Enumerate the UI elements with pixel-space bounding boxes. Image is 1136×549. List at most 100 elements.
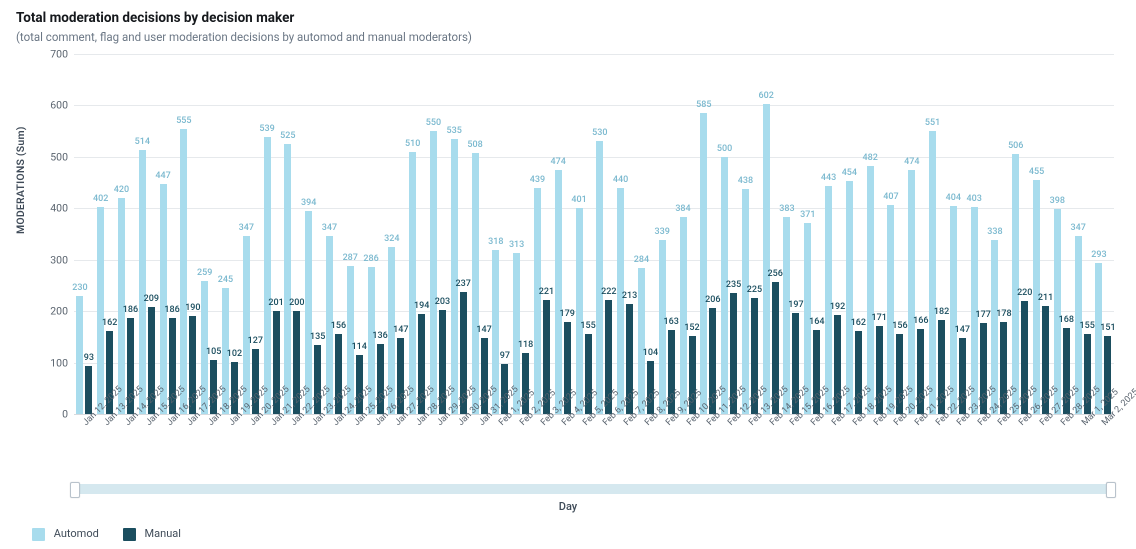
- bar-value-automod: 530: [592, 129, 607, 141]
- bar-automod[interactable]: 384: [680, 217, 687, 414]
- bar-automod[interactable]: 535: [451, 139, 458, 414]
- bar-automod[interactable]: 439: [534, 188, 541, 414]
- scroll-handle-right[interactable]: [1106, 482, 1116, 498]
- x-tick: Jan 29, 2025: [428, 414, 449, 442]
- bar-value-automod: 585: [696, 101, 711, 113]
- bar-manual[interactable]: 93: [85, 366, 92, 414]
- bar-value-automod: 525: [280, 132, 295, 144]
- x-tick: Feb 8, 2025: [636, 414, 657, 442]
- bar-automod[interactable]: 284: [638, 268, 645, 414]
- bar-value-automod: 602: [759, 92, 774, 104]
- y-tick-label: 100: [50, 356, 68, 369]
- bar-automod[interactable]: 508: [472, 153, 479, 414]
- bar-automod[interactable]: 506: [1012, 154, 1019, 414]
- bar-automod[interactable]: 383: [783, 217, 790, 414]
- legend-label-manual: Manual: [145, 527, 181, 540]
- bar-automod[interactable]: 404: [950, 206, 957, 414]
- x-tick: Feb 17, 2025: [823, 414, 844, 442]
- bar-automod[interactable]: 443: [825, 186, 832, 414]
- bar-value-automod: 347: [322, 224, 337, 236]
- bar-group: 482171: [864, 166, 885, 414]
- bar-group: 420186: [116, 198, 137, 414]
- bar-group: 474179: [552, 170, 573, 414]
- bar-automod[interactable]: 585: [700, 113, 707, 414]
- x-tick: Feb 13, 2025: [740, 414, 761, 442]
- bar-automod[interactable]: 447: [160, 184, 167, 414]
- bar-automod[interactable]: 550: [430, 131, 437, 414]
- x-tick: Feb 22, 2025: [927, 414, 948, 442]
- x-tick: Jan 22, 2025: [282, 414, 303, 442]
- bar-automod[interactable]: 482: [867, 166, 874, 414]
- bar-value-automod: 535: [447, 127, 462, 139]
- bar-automod[interactable]: 555: [180, 129, 187, 414]
- bar-automod[interactable]: 438: [742, 189, 749, 414]
- chart-legend: Automod Manual: [32, 527, 1120, 541]
- bar-automod[interactable]: 510: [409, 152, 416, 414]
- bar-group: 555190: [178, 129, 199, 414]
- bar-automod[interactable]: 530: [596, 141, 603, 414]
- bar-automod[interactable]: 551: [929, 131, 936, 414]
- bar-value-automod: 474: [551, 158, 566, 170]
- x-tick: Jan 31, 2025: [469, 414, 490, 442]
- bar-group: 401155: [573, 208, 594, 414]
- legend-item-automod[interactable]: Automod: [32, 527, 99, 541]
- bar-value-automod: 420: [114, 186, 129, 198]
- bar-automod[interactable]: 602: [763, 104, 770, 414]
- bar-automod[interactable]: 230: [76, 296, 83, 414]
- legend-label-automod: Automod: [54, 527, 99, 540]
- x-tick: Feb 27, 2025: [1031, 414, 1052, 442]
- bar-group: 402162: [95, 207, 116, 414]
- bar-automod[interactable]: 514: [139, 150, 146, 414]
- bar-value-automod: 394: [301, 199, 316, 211]
- y-tick-label: 200: [50, 305, 68, 318]
- bar-value-automod: 500: [717, 145, 732, 157]
- x-tick: Jan 18, 2025: [199, 414, 220, 442]
- bar-automod[interactable]: 474: [555, 170, 562, 414]
- bar-group: 506220: [1010, 154, 1031, 414]
- bar-automod[interactable]: 525: [284, 144, 291, 414]
- bar-value-automod: 245: [218, 276, 233, 288]
- bar-group: 455211: [1031, 180, 1052, 414]
- legend-swatch-manual: [123, 528, 136, 541]
- x-tick: Feb 3, 2025: [532, 414, 553, 442]
- bar-value-automod: 440: [613, 176, 628, 188]
- x-tick: Feb 5, 2025: [573, 414, 594, 442]
- bar-value-manual: 97: [500, 352, 510, 364]
- bar-group: 539201: [261, 137, 282, 414]
- bar-value-automod: 384: [675, 205, 690, 217]
- bar-value-automod: 447: [155, 172, 170, 184]
- bar-value-automod: 404: [946, 194, 961, 206]
- chart-range-scrollbar[interactable]: [74, 484, 1112, 494]
- y-tick-label: 500: [50, 150, 68, 163]
- bar-automod[interactable]: 539: [264, 137, 271, 414]
- bar-value-automod: 287: [343, 254, 358, 266]
- x-tick: Feb 21, 2025: [906, 414, 927, 442]
- x-tick: Jan 24, 2025: [324, 414, 345, 442]
- x-tick: Jan 21, 2025: [261, 414, 282, 442]
- bar-automod[interactable]: 454: [846, 181, 853, 414]
- bar-value-automod: 506: [1008, 142, 1023, 154]
- bar-group: 525200: [282, 144, 303, 414]
- x-tick: Feb 14, 2025: [760, 414, 781, 442]
- bar-automod[interactable]: 394: [305, 211, 312, 414]
- bar-group: 602256: [760, 104, 781, 414]
- legend-item-manual[interactable]: Manual: [123, 527, 181, 541]
- bar-value-automod: 550: [426, 119, 441, 131]
- x-tick: Feb 1, 2025: [490, 414, 511, 442]
- x-tick: Feb 12, 2025: [719, 414, 740, 442]
- chart-panel: Total moderation decisions by decision m…: [0, 0, 1136, 549]
- bar-value-automod: 284: [634, 256, 649, 268]
- y-tick-label: 400: [50, 202, 68, 215]
- x-tick: Jan 27, 2025: [386, 414, 407, 442]
- bar-value-automod: 514: [135, 138, 150, 150]
- bar-automod[interactable]: 474: [908, 170, 915, 414]
- bar-group: 500235: [719, 157, 740, 414]
- bar-value-automod: 383: [779, 205, 794, 217]
- bar-automod[interactable]: 398: [1054, 209, 1061, 414]
- bar-automod[interactable]: 402: [97, 207, 104, 414]
- bar-value-automod: 439: [530, 176, 545, 188]
- bar-automod[interactable]: 401: [576, 208, 583, 414]
- scroll-handle-left[interactable]: [70, 482, 80, 498]
- bar-automod[interactable]: 407: [887, 205, 894, 414]
- bar-group: 398168: [1051, 209, 1072, 414]
